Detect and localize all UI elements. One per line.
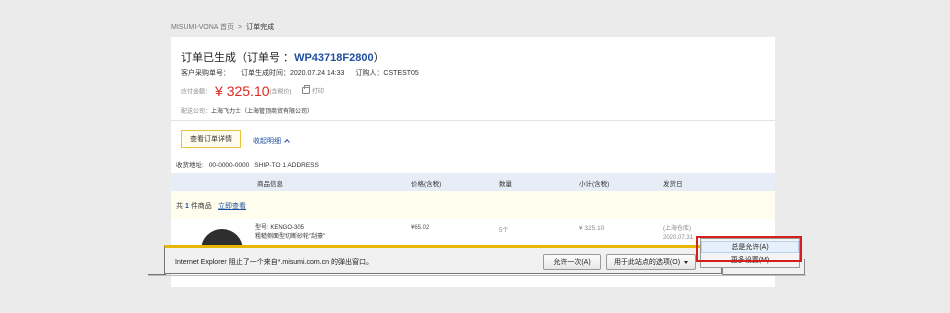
summary-prefix: 共 [176,203,183,210]
allow-once-button[interactable]: 允许一次(A) [543,254,601,270]
product-model[interactable]: 型号: KENGO-305 [255,224,325,233]
address-label: 收货地址: [176,162,204,169]
view-order-details-button[interactable]: 查看订单详情 [181,130,241,148]
items-summary-row: 共 1 件商品 立即查看 [171,191,775,219]
collapse-details-link[interactable]: 收起明细 [253,136,290,146]
carrier-value: 上海飞力士（上海管顶商贸有限公司） [211,109,314,115]
title-prefix: 订单已生成（ [181,52,247,64]
carrier-info: 配送公司：上海飞力士（上海管顶商贸有限公司） [181,106,313,115]
amount-value: ¥ 325.10 [215,82,270,99]
divider [171,120,775,121]
order-buyer: 订购人：CSTEST05 [355,70,419,77]
popup-blocked-message: Internet Explorer 阻止了一个来自*.misumi.com.cn… [175,259,373,266]
item-qty: 5个 [499,228,509,234]
order-number-label: 订单号 ： [247,52,295,64]
page-title: 订单已生成（订单号 ：WP43718F2800） [181,49,385,65]
address-value: SHIP-TO 1 ADDRESS [254,162,319,169]
site-options-button[interactable]: 用于此站点的选项(O) [606,254,696,270]
item-warehouse: (上海仓库) [663,226,691,232]
product-info: 型号: KENGO-305 粗糙侧面型切断砂轮"刮豪" [255,224,325,242]
product-name[interactable]: 粗糙侧面型切断砂轮"刮豪" [255,233,325,242]
shipping-address: 收货地址: 00-0000-0000 SHIP-TO 1 ADDRESS [176,159,324,169]
summary-suffix: 件商品 [190,203,212,210]
header-price: 价格(含税) [411,181,442,188]
printer-icon[interactable] [301,85,310,95]
ie-popup-blocker-bar: Internet Explorer 阻止了一个来自*.misumi.com.cn… [164,245,722,274]
item-price: ¥65.02 [411,225,430,231]
view-now-link[interactable]: 立即查看 [218,201,246,211]
breadcrumb-separator: > [238,24,243,31]
window-bottom-edge [148,275,806,276]
dropdown-arrow-icon [684,260,689,264]
print-link[interactable]: 打印 [312,89,324,95]
chevron-up-icon [284,139,290,145]
amount-label: 应付金额： [181,89,212,96]
order-meta: 客户采购单号： 订单生成时间：2020.07.24 14:33 订购人：CSTE… [181,68,428,78]
breadcrumb-home[interactable]: MISUMI-VONA 首页 [171,24,234,31]
header-qty: 数量 [499,181,512,188]
table-header: 商品信息 价格(含税) 数量 小计(含税) 发货日 [171,173,775,191]
customer-po-label: 客户采购单号： [181,70,230,77]
breadcrumb: MISUMI-VONA 首页 > 订单完成 [171,22,274,32]
summary-count: 1 [184,203,189,210]
tax-note: (含税价) [269,89,292,96]
header-product-info: 商品信息 [257,181,283,188]
item-ship-date: 2020.07.31 [663,235,694,241]
title-suffix: ） [373,52,385,64]
item-subtotal: ¥ 325.10 [579,225,605,232]
breadcrumb-current: 订单完成 [246,24,275,31]
amount-row: 应付金额： ¥ 325.10(含税价) 打印 [181,82,324,100]
address-code: 00-0000-0000 [208,162,250,169]
order-created-time: 订单生成时间：2020.07.24 14:33 [240,70,345,77]
items-summary: 共 1 件商品 [176,201,212,211]
header-ship-date: 发货日 [663,181,683,188]
site-options-label: 用于此站点的选项(O) [613,259,681,266]
item-ship-info: (上海仓库) 2020.07.31 [663,225,693,243]
carrier-label: 配送公司： [181,109,212,115]
order-number: WP43718F2800 [294,52,374,64]
header-subtotal: 小计(含税) [579,181,610,188]
collapse-label: 收起明细 [253,138,281,145]
highlight-box [696,236,802,262]
